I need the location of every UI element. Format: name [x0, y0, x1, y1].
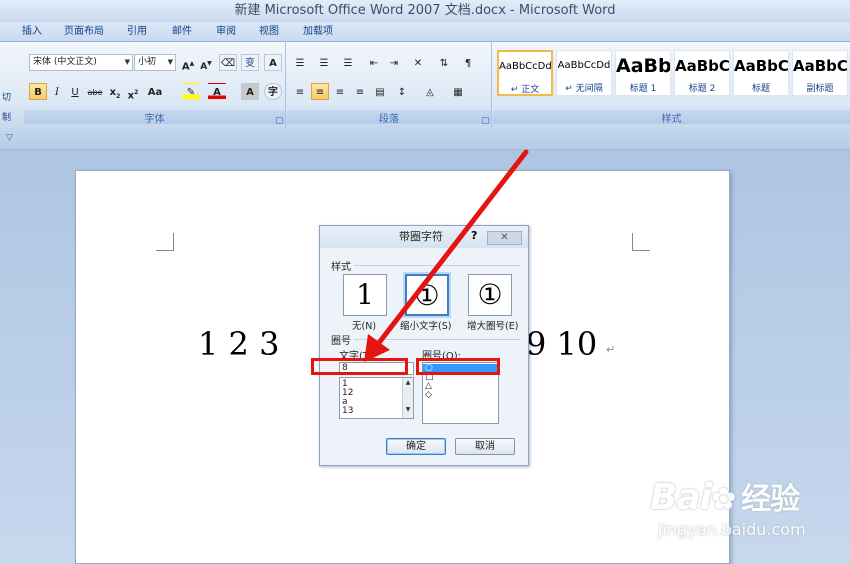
baidu-jingyan-watermark: Bai✿ 经验 jingyan.baidu.com [650, 478, 845, 550]
arrow-shaft [375, 149, 529, 347]
watermark-url: jingyan.baidu.com [658, 520, 806, 539]
baidu-logo: Bai✿ 经验 [650, 478, 845, 520]
logo-text: Bai [650, 477, 712, 518]
arrow-head-icon [364, 334, 390, 362]
paw-icon: ✿ [711, 482, 736, 517]
logo-text-cn: 经验 [741, 482, 800, 517]
